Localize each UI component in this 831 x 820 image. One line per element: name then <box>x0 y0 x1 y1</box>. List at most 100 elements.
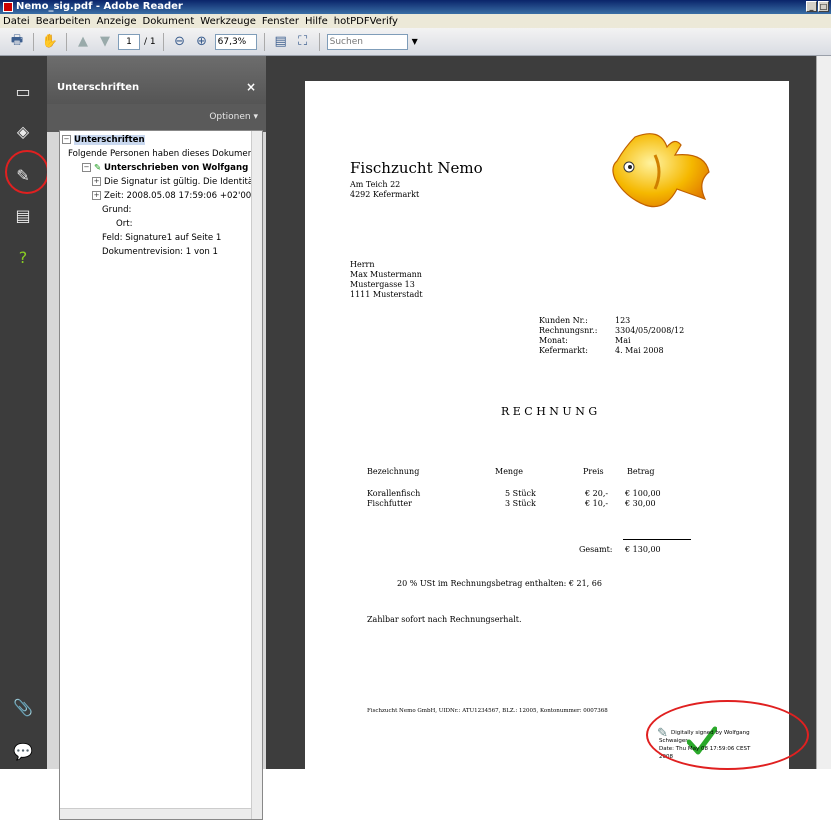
meta-value: Mai <box>615 336 631 345</box>
tree-horizontal-scrollbar[interactable] <box>60 808 251 819</box>
item-amount: € 100,00 <box>625 489 661 498</box>
page-number-input[interactable]: 1 <box>118 33 140 50</box>
title-bar: Nemo_sig.pdf - Adobe Reader _ □ <box>0 0 831 14</box>
tree-intro: Folgende Personen haben dieses Dokument … <box>68 149 263 159</box>
menu-dokument[interactable]: Dokument <box>143 16 195 27</box>
menu-fenster[interactable]: Fenster <box>262 16 299 27</box>
company-street: Am Teich 22 <box>350 180 401 189</box>
toolbar-divider <box>33 32 34 51</box>
menu-datei[interactable]: Datei <box>3 16 30 27</box>
fish-logo <box>612 133 710 208</box>
tree-time[interactable]: + Zeit: 2008.05.08 17:59:06 +02'00' <box>92 191 254 201</box>
total-label: Gesamt: <box>579 545 613 554</box>
meta-value: 123 <box>615 316 631 325</box>
page-total: / 1 <box>144 36 156 47</box>
next-page-icon[interactable]: ▼ <box>96 33 114 51</box>
recipient-salutation: Herrn <box>350 260 375 269</box>
signature-pen-icon: ✎ <box>94 163 102 173</box>
expand-icon[interactable]: + <box>92 191 101 200</box>
item-price: € 10,- <box>585 499 609 508</box>
window-controls: _ □ <box>806 1 829 12</box>
expand-icon[interactable]: + <box>92 177 101 186</box>
menu-werkzeuge[interactable]: Werkzeuge <box>200 16 256 27</box>
tree-signer[interactable]: − ✎ Unterschrieben von Wolfgang S <box>82 163 257 173</box>
item-price: € 20,- <box>585 489 609 498</box>
panel-title: Unterschriften <box>57 82 140 93</box>
pdf-page: Fischzucht Nemo Am Teich 22 4292 Keferma… <box>305 81 789 769</box>
meta-label: Rechnungsnr.: <box>539 326 598 335</box>
recipient-name: Max Mustermann <box>350 270 422 279</box>
adobe-reader-icon <box>3 2 13 12</box>
tree-ort: Ort: <box>116 219 133 229</box>
meta-value: 3304/05/2008/12 <box>615 326 685 335</box>
comments-icon[interactable]: 💬 <box>12 740 34 762</box>
panel-header: Unterschriften × <box>47 56 266 104</box>
payment-note: Zahlbar sofort nach Rechnungserhalt. <box>367 615 522 624</box>
meta-label: Monat: <box>539 336 568 345</box>
menu-bar: Datei Bearbeiten Anzeige Dokument Werkze… <box>0 14 831 28</box>
options-button[interactable]: Optionen ▾ <box>209 112 258 122</box>
search-dropdown-icon[interactable]: ▼ <box>412 37 418 46</box>
page-footer: Fischzucht Nemo GmbH, UIDNr.: ATU1234567… <box>367 708 608 714</box>
options-row: Optionen ▾ <box>47 104 266 132</box>
col-header: Menge <box>495 467 523 476</box>
zoom-in-icon[interactable]: ⊕ <box>193 33 211 51</box>
invoice-heading: R E C H N U N G <box>501 405 598 418</box>
vat-note: 20 % USt im Rechnungsbetrag enthalten: €… <box>397 579 602 588</box>
col-header: Preis <box>583 467 604 476</box>
tree-validity[interactable]: + Die Signatur ist gültig. Die Identität … <box>92 177 262 187</box>
item-qty: 5 Stück <box>505 489 536 498</box>
total-value: € 130,00 <box>625 545 661 554</box>
tree-root[interactable]: − Unterschriften <box>62 135 145 145</box>
item-qty: 3 Stück <box>505 499 536 508</box>
maximize-button[interactable]: □ <box>818 1 829 12</box>
toolbar: 🖶 ✋ ▲ ▼ 1 / 1 ⊖ ⊕ 67,3% ▤ ⛶ Suchen ▼ <box>0 28 831 56</box>
company-city: 4292 Kefermarkt <box>350 190 420 199</box>
meta-label: Kefermarkt: <box>539 346 588 355</box>
fit-page-icon[interactable]: ▤ <box>272 33 290 51</box>
print-icon[interactable]: 🖶 <box>8 33 26 51</box>
zoom-out-icon[interactable]: ⊖ <box>171 33 189 51</box>
collapse-icon[interactable]: − <box>62 135 71 144</box>
signatures-tree: − Unterschriften Folgende Personen haben … <box>59 130 263 820</box>
layers-icon[interactable]: ◈ <box>12 120 34 142</box>
pages-icon[interactable]: ▭ <box>12 80 34 102</box>
toolbar-divider <box>318 32 320 51</box>
total-rule <box>623 539 691 540</box>
item-amount: € 30,00 <box>625 499 656 508</box>
window-title: Nemo_sig.pdf - Adobe Reader <box>16 1 183 12</box>
zoom-field[interactable]: 67,3% <box>214 33 257 50</box>
col-header: Bezeichnung <box>367 467 420 476</box>
signatures-panel: Unterschriften × Optionen ▾ − Unterschrif… <box>47 56 266 820</box>
search-input[interactable]: Suchen <box>326 33 408 50</box>
menu-hilfe[interactable]: Hilfe <box>305 16 328 27</box>
toolbar-divider <box>162 32 164 51</box>
menu-bearbeiten[interactable]: Bearbeiten <box>36 16 91 27</box>
help-icon[interactable]: ? <box>12 246 34 268</box>
highlight-circle-signatures <box>5 150 49 194</box>
tree-grund: Grund: <box>102 205 132 215</box>
company-name: Fischzucht Nemo <box>350 159 483 177</box>
item-name: Fischfutter <box>367 499 412 508</box>
toolbar-divider <box>263 32 265 51</box>
fit-width-icon[interactable]: ⛶ <box>294 33 312 51</box>
col-header: Betrag <box>627 467 655 476</box>
menu-anzeige[interactable]: Anzeige <box>97 16 137 27</box>
meta-value: 4. Mai 2008 <box>615 346 664 355</box>
tree-feld: Feld: Signature1 auf Seite 1 <box>102 233 222 243</box>
toolbar-divider <box>66 32 67 51</box>
document-scrollbar[interactable] <box>816 56 831 769</box>
attachments-icon[interactable]: 📎 <box>12 696 34 718</box>
minimize-button[interactable]: _ <box>806 1 817 12</box>
item-name: Korallenfisch <box>367 489 421 498</box>
collapse-icon[interactable]: − <box>82 163 91 172</box>
meta-label: Kunden Nr.: <box>539 316 588 325</box>
close-panel-icon[interactable]: × <box>246 80 256 94</box>
recipient-city: 1111 Musterstadt <box>350 290 423 299</box>
bookmarks-icon[interactable]: ▤ <box>12 204 34 226</box>
previous-page-icon[interactable]: ▲ <box>74 33 92 51</box>
tree-vertical-scrollbar[interactable] <box>251 131 262 819</box>
tree-revision: Dokumentrevision: 1 von 1 <box>102 247 218 257</box>
hand-tool-icon[interactable]: ✋ <box>41 33 59 51</box>
menu-hotpdfverify[interactable]: hotPDFVerify <box>334 16 398 27</box>
